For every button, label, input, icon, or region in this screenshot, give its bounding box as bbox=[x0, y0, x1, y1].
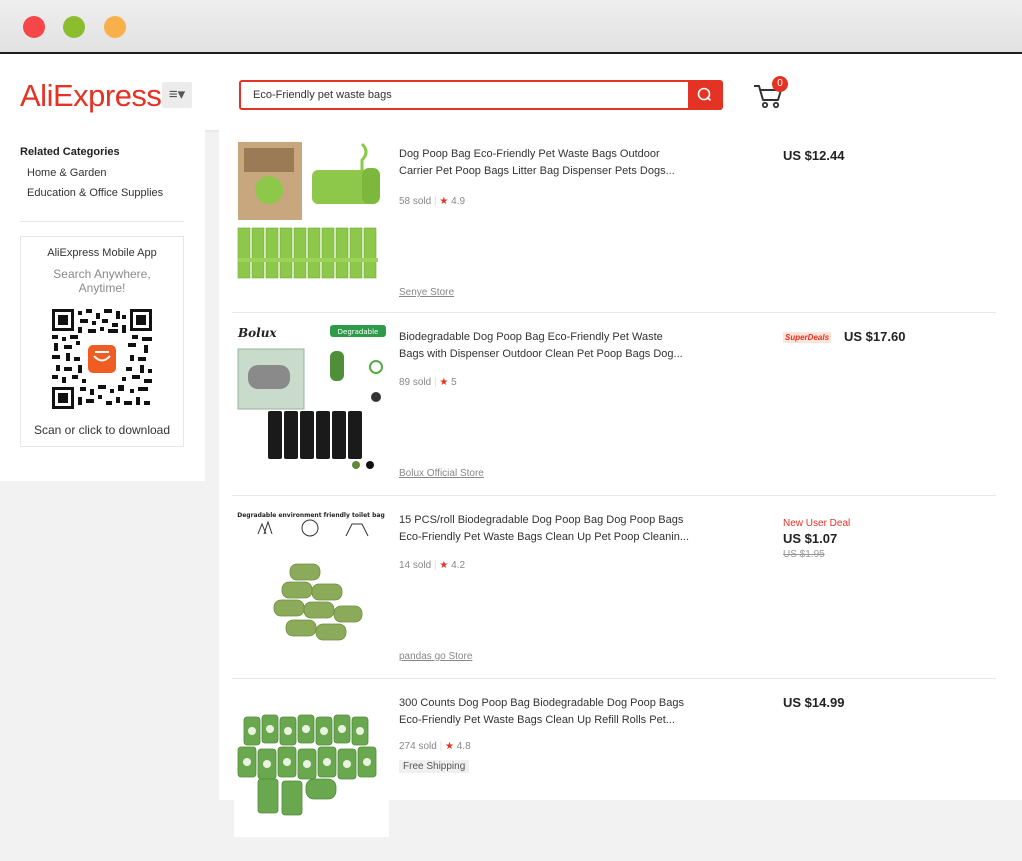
superdeals-badge: SuperDeals bbox=[783, 332, 832, 343]
product-card[interactable]: Degradable environment friendly toilet b… bbox=[232, 496, 996, 679]
image-tag-text: Degradable bbox=[338, 328, 379, 336]
image-caption-text: Degradable environment friendly toilet b… bbox=[237, 512, 385, 519]
original-price: US $1.95 bbox=[783, 549, 825, 560]
search-input[interactable] bbox=[253, 86, 683, 104]
product-meta: 14 sold | ★ 4.2 bbox=[399, 560, 466, 571]
search-icon bbox=[697, 87, 711, 101]
menu-icon: ≡▾ bbox=[168, 86, 186, 103]
product-card[interactable]: Bolux Degradable Biodegradable Dog Poop … bbox=[232, 313, 996, 496]
sidebar: Related Categories Home & Garden Educati… bbox=[0, 130, 205, 481]
product-price: US $12.44 bbox=[783, 148, 845, 163]
product-price: US $17.60 bbox=[844, 329, 906, 344]
search-bar bbox=[239, 80, 723, 110]
sold-count: 89 sold bbox=[399, 377, 432, 388]
category-link-education-office[interactable]: Education & Office Supplies bbox=[27, 187, 163, 199]
product-title[interactable]: Biodegradable Dog Poop Bag Eco-Friendly … bbox=[399, 329, 689, 363]
star-icon: ★ bbox=[439, 560, 449, 571]
product-price: US $1.07 bbox=[783, 531, 838, 546]
product-title[interactable]: Dog Poop Bag Eco-Friendly Pet Waste Bags… bbox=[399, 146, 689, 180]
minimize-window-button[interactable] bbox=[104, 16, 126, 38]
product-meta: 274 sold | ★ 4.8 bbox=[399, 741, 471, 752]
rating-value: 4.8 bbox=[456, 741, 471, 752]
star-icon: ★ bbox=[439, 196, 449, 207]
product-image[interactable] bbox=[234, 689, 389, 837]
cart-count-badge: 0 bbox=[772, 76, 788, 92]
product-title[interactable]: 300 Counts Dog Poop Bag Biodegradable Do… bbox=[399, 695, 689, 729]
close-window-button[interactable] bbox=[23, 16, 45, 38]
rating-value: 4.9 bbox=[451, 196, 466, 207]
mobile-app-promo[interactable]: AliExpress Mobile App Search Anywhere, A… bbox=[20, 236, 184, 447]
aliexpress-logo[interactable]: AliExpress bbox=[20, 78, 162, 114]
product-title[interactable]: 15 PCS/roll Biodegradable Dog Poop Bag D… bbox=[399, 512, 689, 546]
window-titlebar bbox=[0, 0, 1022, 54]
star-icon: ★ bbox=[439, 377, 449, 388]
product-price: US $14.99 bbox=[783, 695, 845, 710]
product-meta: 89 sold | ★ 5 bbox=[399, 377, 457, 388]
qr-code[interactable] bbox=[52, 309, 152, 409]
sold-count: 274 sold bbox=[399, 741, 437, 752]
sold-count: 14 sold bbox=[399, 560, 432, 571]
category-link-home-garden[interactable]: Home & Garden bbox=[27, 167, 106, 179]
store-link[interactable]: Senye Store bbox=[399, 287, 454, 298]
app-scan-text: Scan or click to download bbox=[33, 423, 171, 437]
product-card[interactable]: Dog Poop Bag Eco-Friendly Pet Waste Bags… bbox=[232, 130, 996, 313]
product-image[interactable]: Bolux Degradable bbox=[234, 323, 389, 471]
app-promo-title: AliExpress Mobile App bbox=[47, 247, 157, 259]
product-meta: 58 sold | ★ 4.9 bbox=[399, 196, 466, 207]
new-user-deal-label: New User Deal bbox=[783, 518, 851, 529]
rating-value: 5 bbox=[451, 377, 457, 388]
maximize-window-button[interactable] bbox=[63, 16, 85, 38]
category-menu-button[interactable]: ≡▾ bbox=[162, 82, 192, 108]
sidebar-divider bbox=[20, 221, 184, 222]
product-image[interactable] bbox=[234, 140, 389, 288]
store-link[interactable]: Bolux Official Store bbox=[399, 468, 484, 479]
free-shipping-tag: Free Shipping bbox=[399, 760, 470, 773]
image-brand-text: Bolux bbox=[237, 326, 277, 340]
search-button[interactable] bbox=[688, 82, 721, 108]
rating-value: 4.2 bbox=[451, 560, 466, 571]
star-icon: ★ bbox=[444, 741, 454, 752]
product-card[interactable]: 300 Counts Dog Poop Bag Biodegradable Do… bbox=[232, 679, 996, 861]
product-list: Dog Poop Bag Eco-Friendly Pet Waste Bags… bbox=[219, 130, 1022, 837]
sold-count: 58 sold bbox=[399, 196, 432, 207]
store-link[interactable]: pandas go Store bbox=[399, 651, 472, 662]
app-promo-subtitle: Search Anywhere, Anytime! bbox=[53, 267, 151, 295]
site-header: AliExpress ≡▾ 0 bbox=[0, 54, 1022, 130]
product-image[interactable]: Degradable environment friendly toilet b… bbox=[234, 506, 389, 654]
related-categories-title: Related Categories bbox=[20, 146, 120, 158]
